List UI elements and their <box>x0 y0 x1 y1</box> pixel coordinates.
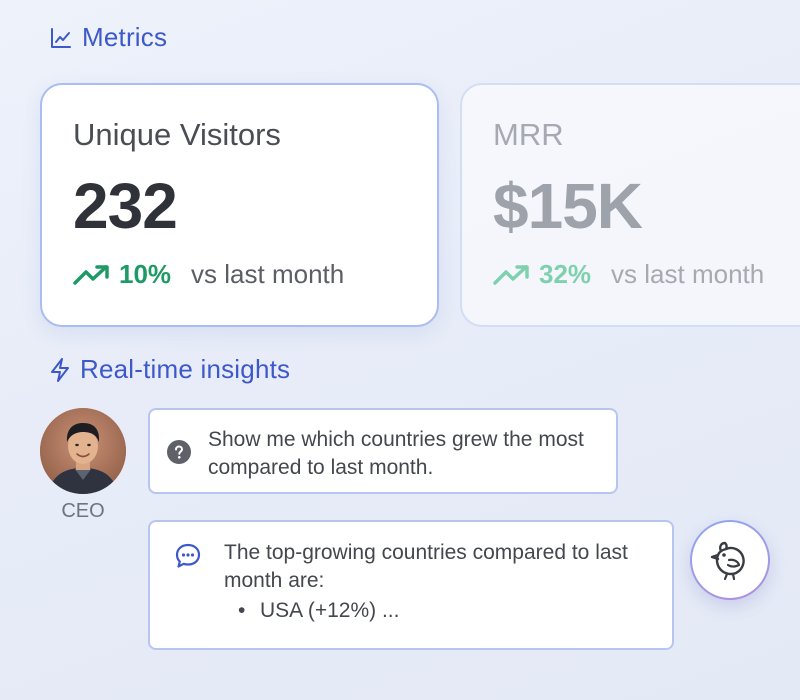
assistant-avatar-button[interactable] <box>690 520 770 600</box>
avatar <box>40 408 126 494</box>
question-bubble[interactable]: Show me which countries grew the most co… <box>148 408 618 494</box>
metrics-header-label: Metrics <box>82 22 168 52</box>
metric-card-title: MRR <box>493 117 564 152</box>
trending-up-icon <box>73 264 109 285</box>
question-text: Show me which countries grew the most co… <box>208 428 584 479</box>
line-chart-icon <box>51 27 71 48</box>
list-item: • USA (+12%) ... <box>224 597 652 625</box>
chat-bubble-icon <box>175 543 201 568</box>
bird-logo-icon <box>710 541 745 581</box>
lightning-icon <box>51 357 69 382</box>
answer-bubble[interactable]: The top-growing countries compared to la… <box>148 520 674 650</box>
insights-header-label: Real-time insights <box>80 354 291 384</box>
metrics-section-header: Metrics <box>50 22 167 53</box>
question-icon <box>167 440 191 464</box>
trending-up-icon <box>493 264 529 285</box>
metric-card-unique-visitors[interactable]: Unique Visitors 232 10% vs last month <box>40 83 439 327</box>
metric-card-change: 10% vs last month <box>73 259 407 290</box>
answer-list: • USA (+12%) ... <box>224 597 652 625</box>
metric-card-value: 232 <box>73 170 178 242</box>
metric-card-value: $15K <box>493 170 643 242</box>
metric-change-suffix: vs last month <box>191 259 345 289</box>
metric-card-change: 32% vs last month <box>493 259 800 290</box>
metric-change-suffix: vs last month <box>611 259 765 289</box>
user-photo <box>40 408 126 494</box>
metric-card-title: Unique Visitors <box>73 117 281 152</box>
metric-change-percent: 10% <box>119 259 172 289</box>
insights-section-header: Real-time insights <box>50 354 290 385</box>
bullet-icon: • <box>238 599 246 622</box>
metric-card-mrr[interactable]: MRR $15K 32% vs last month <box>460 83 800 327</box>
answer-intro-text: The top-growing countries compared to la… <box>224 541 628 592</box>
avatar-role-label: CEO <box>61 500 105 522</box>
metric-change-percent: 32% <box>539 259 592 289</box>
answer-list-item-text: USA (+12%) ... <box>260 599 400 622</box>
